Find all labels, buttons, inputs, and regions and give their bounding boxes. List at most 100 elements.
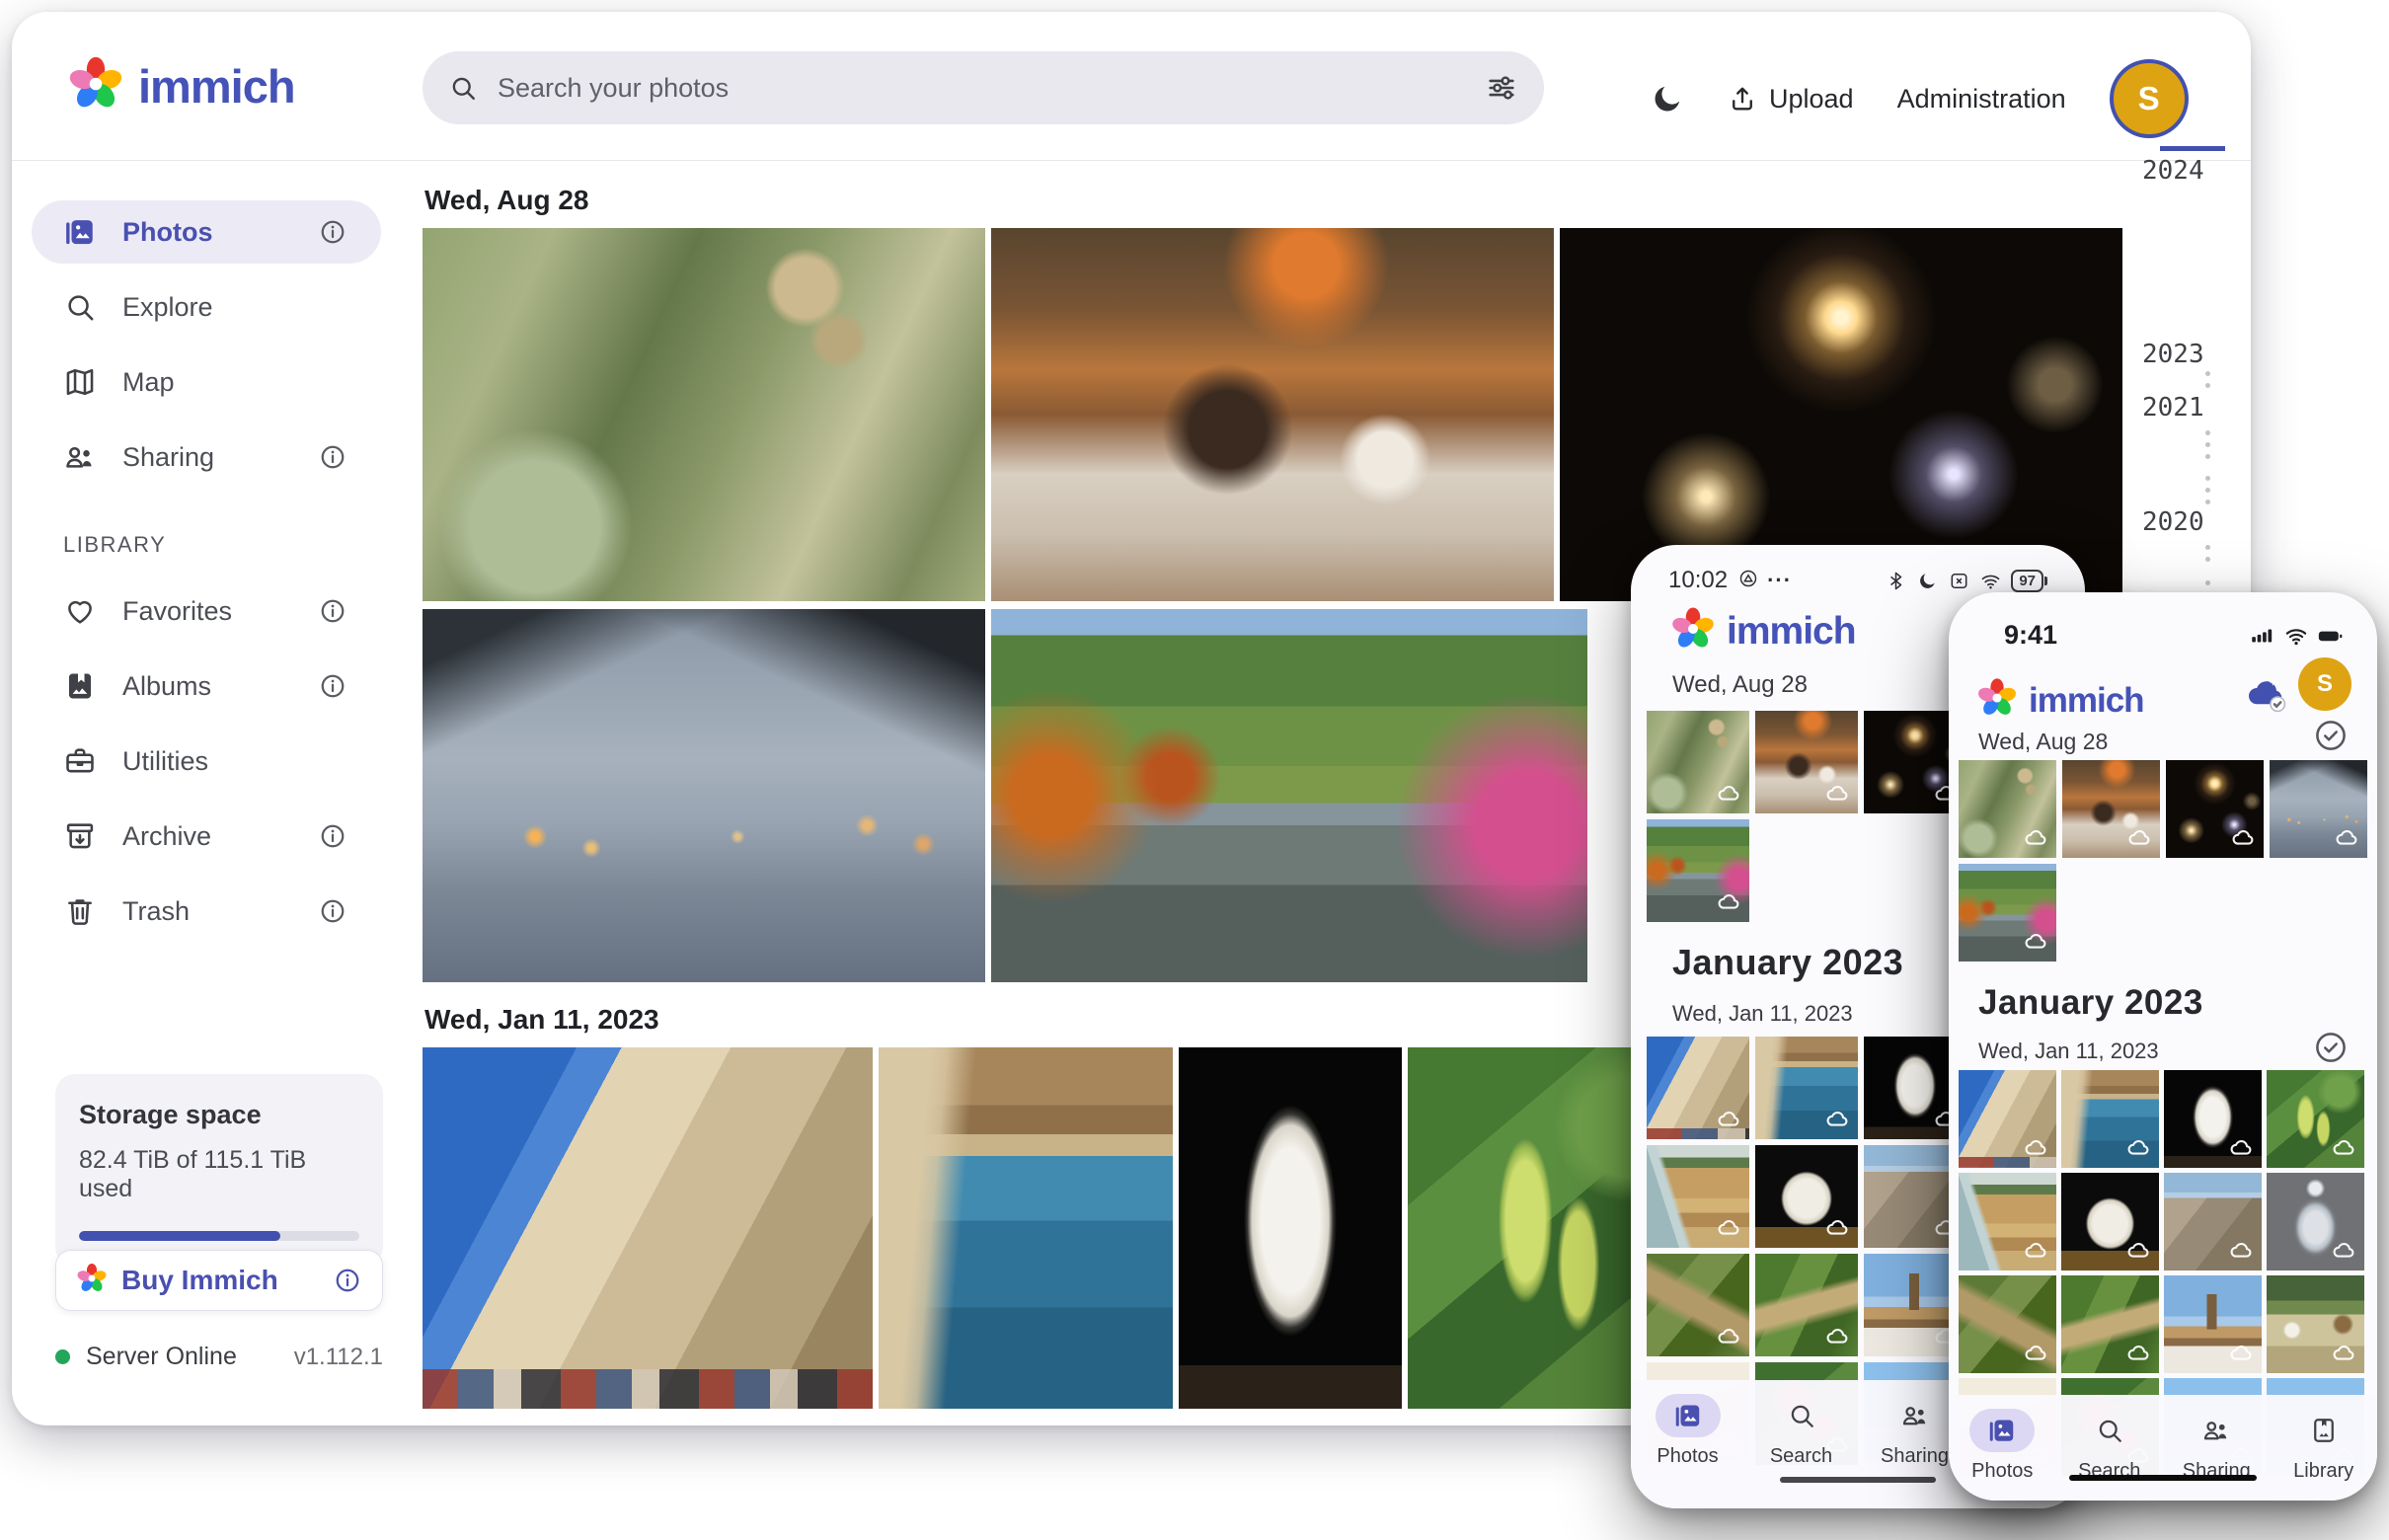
photo-monkeys[interactable] — [1647, 711, 1749, 813]
sidebar-item-archive[interactable]: Archive — [32, 805, 381, 868]
cloud-icon — [2023, 1134, 2049, 1161]
sidebar-item-albums[interactable]: Albums — [32, 654, 381, 718]
sidebar-item-label: Albums — [122, 670, 212, 701]
info-icon[interactable] — [318, 596, 347, 626]
phone-nav-sharing[interactable]: Sharing — [2163, 1395, 2271, 1501]
sidebar-item-trash[interactable]: Trash — [32, 880, 381, 943]
sidebar-item-photos[interactable]: Photos — [32, 200, 381, 264]
photo-lizard2[interactable] — [1755, 1254, 1858, 1356]
filters-icon[interactable] — [1485, 71, 1518, 105]
server-online-dot — [55, 1349, 70, 1364]
sidebar-item-utilities[interactable]: Utilities — [32, 730, 381, 793]
cloud-icon — [2331, 1134, 2357, 1161]
upload-button[interactable]: Upload — [1728, 84, 1854, 115]
photo-path[interactable] — [991, 609, 1587, 982]
phone-b-bottom-nav: Photos Search Sharing Library — [1949, 1395, 2377, 1501]
buy-immich-button[interactable]: Buy Immich — [55, 1250, 383, 1311]
photo-hands[interactable] — [2270, 760, 2367, 858]
sidebar-item-map[interactable]: Map — [32, 350, 381, 414]
trash-icon — [63, 894, 97, 928]
photo-fireworks[interactable] — [2166, 760, 2264, 858]
photo-berries[interactable] — [2267, 1070, 2364, 1168]
photo-dinner[interactable] — [1755, 711, 1858, 813]
photo-lizard2[interactable] — [2061, 1275, 2159, 1373]
phone-nav-photos[interactable]: Photos — [1949, 1395, 2056, 1501]
info-icon[interactable] — [318, 442, 347, 472]
info-icon[interactable] — [318, 821, 347, 851]
photo-bay[interactable] — [2061, 1070, 2159, 1168]
photo-bay[interactable] — [879, 1047, 1173, 1409]
photo-church[interactable] — [2164, 1275, 2262, 1373]
photo-farm[interactable] — [2267, 1275, 2364, 1373]
photo-bay[interactable] — [1755, 1037, 1858, 1139]
photo-bust[interactable] — [2164, 1070, 2262, 1168]
phone-nav-label: Photos — [1971, 1460, 2034, 1482]
scrubber-tick — [2205, 476, 2210, 481]
bluetooth-icon — [1885, 570, 1907, 592]
sidebar-item-label: Map — [122, 366, 175, 397]
photo-dinner[interactable] — [991, 228, 1554, 601]
phone-nav-label: Sharing — [1881, 1445, 1949, 1467]
immich-flower-icon — [1976, 677, 2018, 724]
buy-immich-label: Buy Immich — [121, 1265, 278, 1295]
photo-monkeys[interactable] — [423, 228, 985, 601]
scrubber-year-2021[interactable]: 2021 — [2142, 393, 2204, 423]
sidebar-item-explore[interactable]: Explore — [32, 275, 381, 339]
search-icon — [448, 73, 478, 103]
select-all-check-icon[interactable] — [2312, 717, 2350, 754]
photo-bust2[interactable] — [2061, 1173, 2159, 1270]
administration-link[interactable]: Administration — [1897, 84, 2066, 115]
photo-bust[interactable] — [1179, 1047, 1402, 1409]
battery-icon — [2318, 623, 2344, 649]
phone-nav-search[interactable]: Search — [2056, 1395, 2164, 1501]
scrubber-current-year[interactable]: 2024 — [2142, 156, 2204, 186]
photo-monkeys[interactable] — [1959, 760, 2056, 858]
phone-nav-label: Library — [2293, 1460, 2354, 1482]
photo-cliff[interactable] — [1647, 1145, 1749, 1248]
storage-title: Storage space — [79, 1100, 262, 1129]
photo-dinner[interactable] — [2062, 760, 2160, 858]
photo-lizard1[interactable] — [1959, 1275, 2056, 1373]
scrubber-position-indicator[interactable] — [2160, 146, 2225, 151]
photo-ruin[interactable] — [2164, 1173, 2262, 1270]
photo-castle[interactable] — [1959, 1070, 2056, 1168]
cloud-icon — [2023, 1237, 2049, 1264]
theme-toggle-moon-icon[interactable] — [1651, 82, 1684, 116]
scrubber-tick — [2205, 580, 2210, 585]
photo-path[interactable] — [1647, 819, 1749, 922]
phone-nav-library[interactable]: Library — [2271, 1395, 2378, 1501]
search-icon — [63, 290, 97, 324]
search-input[interactable] — [496, 71, 1467, 105]
scrubber-year-2023[interactable]: 2023 — [2142, 340, 2204, 369]
photo-hands[interactable] — [423, 609, 985, 982]
upload-label: Upload — [1769, 83, 1854, 114]
cloud-sync-icon[interactable] — [2243, 669, 2290, 717]
info-icon[interactable] — [318, 671, 347, 701]
cloud-icon — [1824, 1214, 1851, 1241]
scrubber-tick — [2205, 488, 2210, 493]
photo-bust2[interactable] — [1755, 1145, 1858, 1248]
search-bar[interactable] — [423, 51, 1544, 124]
photo-cliff[interactable] — [1959, 1173, 2056, 1270]
date-header: Wed, Aug 28 — [1672, 671, 1808, 698]
cloud-icon — [2125, 1237, 2152, 1264]
select-all-check-icon[interactable] — [2312, 1029, 2350, 1066]
photo-path[interactable] — [1959, 864, 2056, 962]
app-logo[interactable]: immich — [67, 55, 296, 117]
upload-icon — [1728, 84, 1757, 114]
info-icon[interactable] — [318, 217, 347, 247]
photo-lizard1[interactable] — [1647, 1254, 1749, 1356]
avatar[interactable]: S — [2298, 657, 2351, 711]
info-icon[interactable] — [318, 896, 347, 926]
server-version: v1.112.1 — [293, 1343, 383, 1370]
phone-nav-search[interactable]: Search — [1744, 1380, 1858, 1508]
scrubber-year-2020[interactable]: 2020 — [2142, 507, 2204, 537]
photo-castle[interactable] — [1647, 1037, 1749, 1139]
phone-nav-photos[interactable]: Photos — [1631, 1380, 1744, 1508]
photo-trophy[interactable] — [2267, 1173, 2364, 1270]
photos-icon — [1969, 1409, 2036, 1452]
info-icon[interactable] — [333, 1266, 362, 1295]
photo-castle[interactable] — [423, 1047, 873, 1409]
sidebar-item-sharing[interactable]: Sharing — [32, 425, 381, 489]
sidebar-item-favorites[interactable]: Favorites — [32, 579, 381, 643]
